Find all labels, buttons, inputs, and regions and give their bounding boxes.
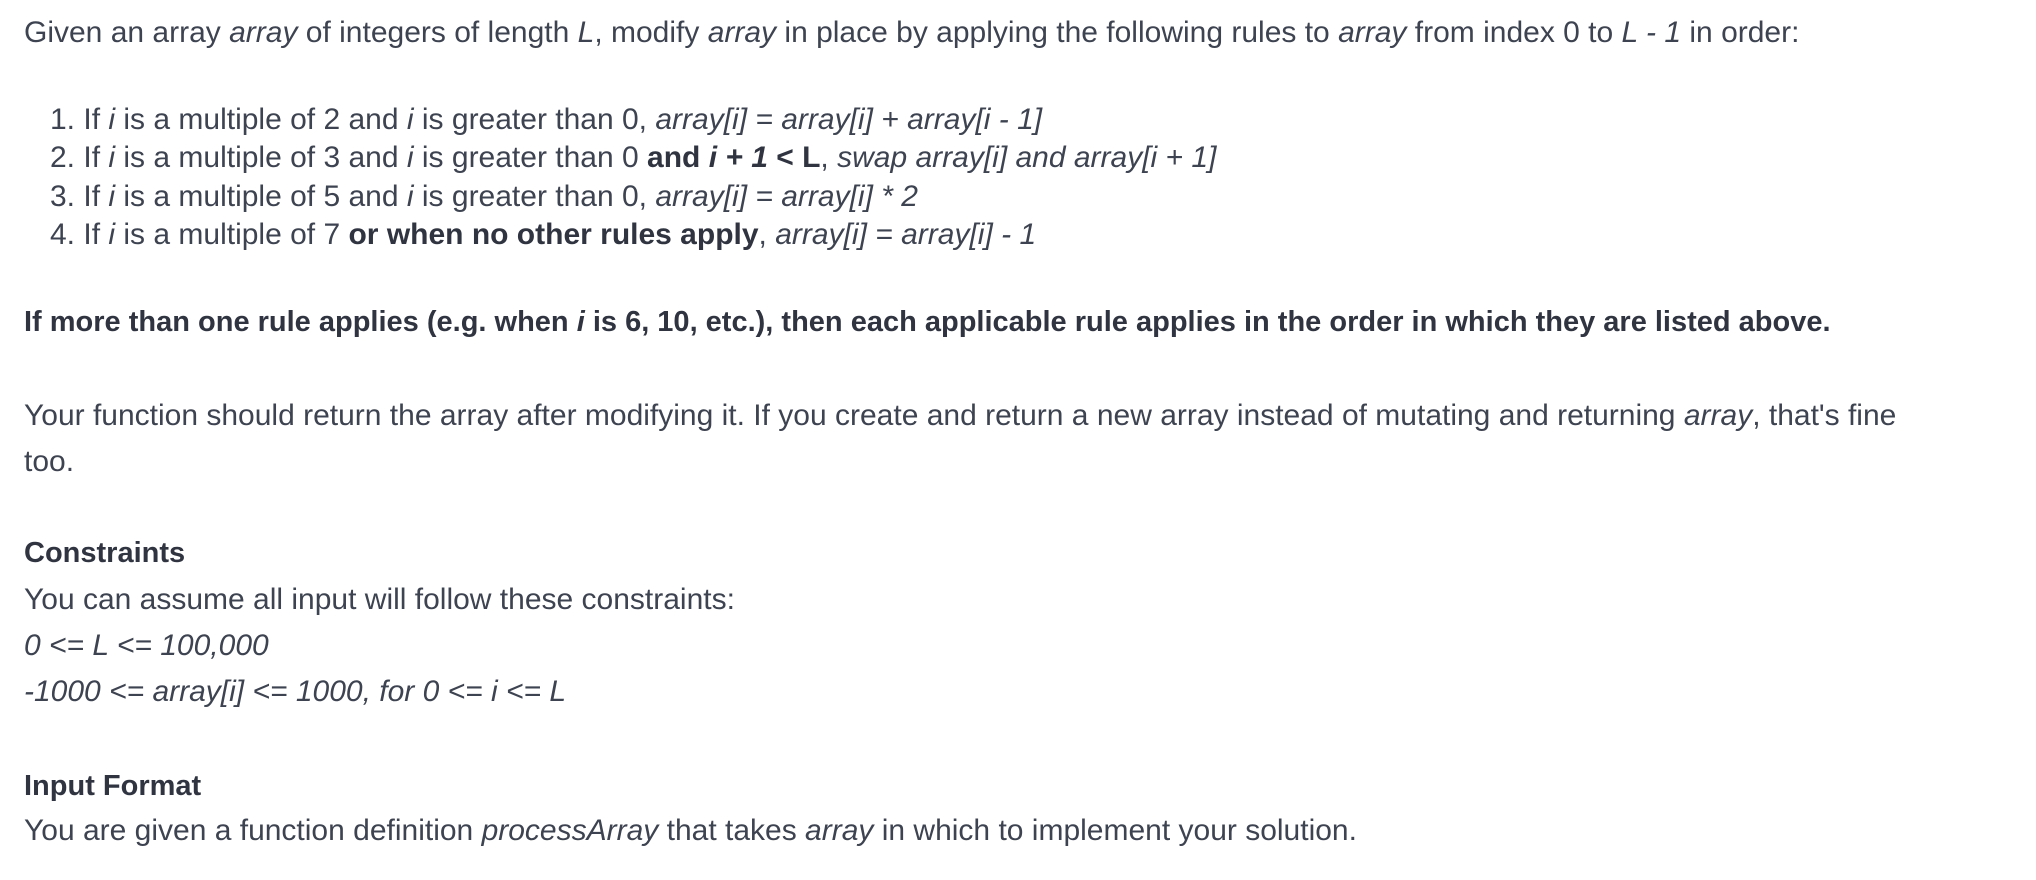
- text: array: [1683, 399, 1753, 432]
- text: is 6, 10, etc.), then each applicable ru…: [584, 306, 1831, 338]
- rule-number: 3.: [50, 180, 84, 213]
- text: If: [83, 141, 109, 174]
- text: is a multiple of 5 and: [115, 180, 407, 213]
- text: < L: [767, 141, 821, 174]
- text: is a multiple of 7: [115, 218, 349, 251]
- return-paragraph: Your function should return the array af…: [24, 396, 1896, 436]
- rule-expression: swap array[i] and array[i + 1]: [837, 141, 1217, 174]
- text: If: [83, 180, 109, 213]
- text: in order:: [1681, 16, 1800, 49]
- text: is greater than 0: [413, 141, 648, 174]
- rule-item-3: 3. If i is a multiple of 5 and i is grea…: [50, 177, 918, 217]
- text: i + 1: [708, 141, 768, 174]
- text: is greater than 0,: [413, 103, 656, 136]
- text: of integers of length: [297, 16, 578, 49]
- rule-expression: array[i] = array[i] + array[i - 1]: [655, 103, 1043, 136]
- text: If: [83, 218, 109, 251]
- text: Your function should return the array af…: [24, 399, 1684, 432]
- rule-item-2: 2. If i is a multiple of 3 and i is grea…: [50, 138, 1216, 178]
- text: , that's fine: [1752, 399, 1897, 432]
- text: Given an array: [24, 16, 230, 49]
- text: in which to implement your solution.: [873, 814, 1357, 847]
- function-name: processArray: [481, 814, 659, 847]
- return-paragraph-cont: too.: [24, 445, 75, 478]
- text: , modify: [594, 16, 708, 49]
- text: array: [805, 814, 874, 847]
- text: If more than one rule applies (e.g. when: [24, 306, 577, 338]
- rule-order-note: If more than one rule applies (e.g. when…: [24, 302, 1831, 342]
- text: or when no other rules apply: [348, 218, 759, 251]
- text: array: [707, 16, 777, 49]
- input-format-heading: Input Format: [24, 770, 202, 802]
- text: ,: [758, 218, 776, 251]
- text: L - 1: [1621, 16, 1682, 49]
- text: array: [1338, 16, 1407, 49]
- text: You are given a function definition: [24, 814, 482, 847]
- text: is a multiple of 3 and: [115, 141, 407, 174]
- rule-item-1: 1. If i is a multiple of 2 and i is grea…: [50, 100, 1042, 140]
- text: that takes: [658, 814, 806, 847]
- intro-paragraph: Given an array array of integers of leng…: [24, 13, 1799, 53]
- constraints-heading: Constraints: [24, 537, 186, 569]
- input-format-text: You are given a function definition proc…: [24, 811, 1357, 851]
- rule-number: 1.: [50, 103, 84, 136]
- text: is a multiple of 2 and: [115, 103, 407, 136]
- text: L: [577, 16, 595, 49]
- text: i: [406, 103, 414, 136]
- rule-expression: array[i] = array[i] - 1: [775, 218, 1037, 251]
- rule-expression: array[i] = array[i] * 2: [655, 180, 918, 213]
- constraint-length: 0 <= L <= 100,000: [24, 629, 269, 662]
- text: i: [406, 141, 414, 174]
- rule-number: 2.: [50, 141, 84, 174]
- constraint-values: -1000 <= array[i] <= 1000, for 0 <= i <=…: [24, 675, 567, 708]
- text: and: [647, 141, 709, 174]
- constraints-intro: You can assume all input will follow the…: [24, 583, 735, 616]
- text: is greater than 0,: [413, 180, 656, 213]
- text: i: [406, 180, 414, 213]
- rule-number: 4.: [50, 218, 84, 251]
- rule-item-4: 4. If i is a multiple of 7 or when no ot…: [50, 215, 1036, 255]
- text: from index 0 to: [1406, 16, 1622, 49]
- text: in place by applying the following rules…: [776, 16, 1339, 49]
- text: ,: [820, 141, 838, 174]
- text: array: [229, 16, 298, 49]
- text: i: [576, 306, 585, 338]
- text: If: [83, 103, 109, 136]
